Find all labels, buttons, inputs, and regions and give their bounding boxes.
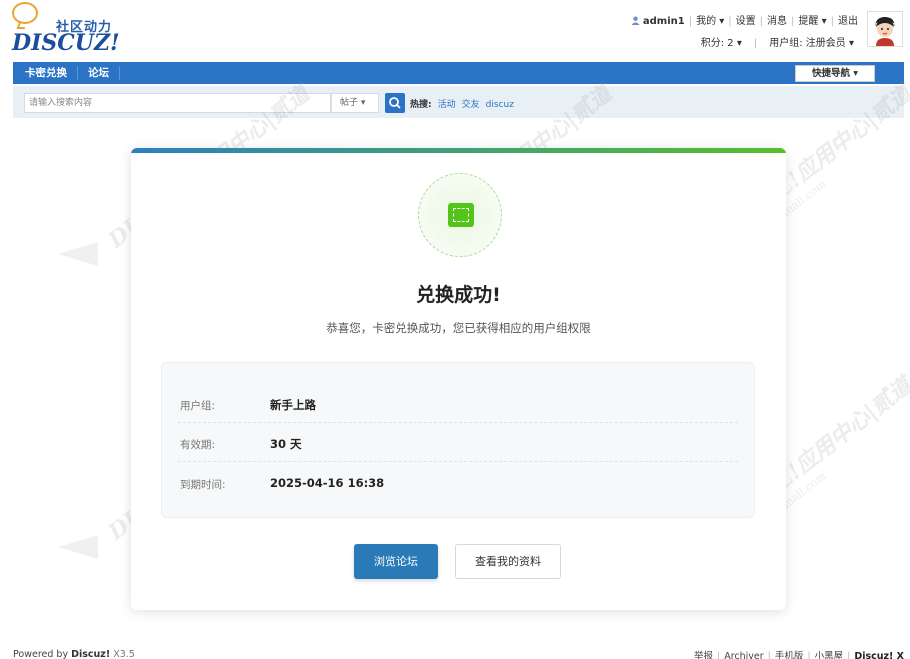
detail-value: 新手上路 (270, 398, 316, 412)
my-menu[interactable]: 我的 (696, 16, 716, 27)
main-nav: 卡密兑换 论坛 快捷导航 ▾ (13, 62, 904, 84)
username-link[interactable]: admin1 (643, 16, 685, 27)
quick-nav-label: 快捷导航 (811, 68, 850, 79)
card-accent-bar (131, 148, 786, 153)
detail-value: 30 天 (270, 437, 302, 451)
nav-item-forum[interactable]: 论坛 (78, 62, 119, 84)
usergroup-menu[interactable]: 用户组: 注册会员 (769, 38, 846, 49)
browse-forum-button[interactable]: 浏览论坛 (354, 544, 438, 579)
quick-nav-button[interactable]: 快捷导航 ▾ (795, 65, 875, 82)
detail-label: 有效期: (180, 439, 216, 451)
user-icon (631, 16, 640, 25)
search-input[interactable]: 请输入搜索内容 (24, 93, 331, 113)
avatar[interactable] (867, 11, 903, 47)
messages-link[interactable]: 消息 (767, 16, 787, 27)
detail-row: 到期时间: 2025-04-16 16:38 (178, 462, 738, 502)
view-profile-button[interactable]: 查看我的资料 (455, 544, 561, 579)
hot-search: 热搜: 活动 交友 discuz (410, 97, 520, 110)
nav-item-card-redeem[interactable]: 卡密兑换 (15, 62, 77, 84)
header: 社区动力 DISCUZ! admin1 | 我的 ▾ | 设置 | 消息 | 提醒 ▾ | 退出 积… (0, 0, 910, 62)
detail-row: 用户组: 新手上路 (178, 383, 738, 423)
discuz-brand-link[interactable]: Discuz! X (854, 651, 904, 659)
logo-wordmark: DISCUZ! (12, 30, 120, 56)
footer-powered: Powered by Discuz! X3.5 (13, 649, 135, 659)
avatar-image (868, 12, 902, 46)
reminders-menu[interactable]: 提醒 (798, 16, 818, 27)
settings-link[interactable]: 设置 (736, 16, 756, 27)
hot-item[interactable]: 交友 (462, 100, 480, 110)
result-subtitle: 恭喜您，卡密兑换成功，您已获得相应的用户组权限 (326, 321, 591, 335)
detail-label: 到期时间: (180, 479, 226, 491)
credits-menu[interactable]: 积分: 2 (701, 38, 734, 49)
user-status: 积分: 2 ▾ | 用户组: 注册会员 ▾ (700, 38, 854, 49)
watermark-arrow (58, 535, 98, 559)
search-button[interactable] (385, 93, 405, 113)
search-type-select[interactable]: 帖子 ▾ (331, 93, 379, 113)
detail-value: 2025-04-16 16:38 (270, 476, 385, 490)
search-icon (389, 97, 401, 109)
nav-divider (119, 66, 120, 80)
search-bar: 请输入搜索内容 帖子 ▾ 热搜: 活动 交友 discuz (13, 86, 904, 118)
site-logo[interactable]: 社区动力 DISCUZ! (12, 2, 122, 56)
detail-label: 用户组: (180, 400, 216, 412)
version-text: X3.5 (113, 649, 135, 659)
hot-item[interactable]: discuz (486, 100, 514, 110)
redeem-result-card: 兑换成功! 恭喜您，卡密兑换成功，您已获得相应的用户组权限 用户组: 新手上路 … (131, 148, 786, 610)
footer-links: 举报 | Archiver | 手机版 | 小黑屋 | Discuz! X (694, 648, 904, 659)
archiver-link[interactable]: Archiver (724, 651, 763, 659)
search-type-label: 帖子 (340, 98, 359, 108)
powered-brand-link[interactable]: Discuz! (71, 649, 110, 659)
result-details: 用户组: 新手上路 有效期: 30 天 到期时间: 2025-04-16 16:… (161, 362, 755, 518)
success-card-icon (448, 203, 474, 227)
result-title: 兑换成功! (416, 284, 501, 306)
blackroom-link[interactable]: 小黑屋 (815, 651, 844, 659)
hot-item[interactable]: 活动 (438, 100, 456, 110)
success-badge (418, 173, 502, 257)
watermark-arrow (58, 242, 98, 266)
hot-search-label: 热搜: (410, 100, 432, 110)
report-link[interactable]: 举报 (694, 651, 713, 659)
detail-row: 有效期: 30 天 (178, 422, 738, 462)
logo-bubble-icon (12, 2, 38, 24)
mobile-link[interactable]: 手机版 (775, 651, 804, 659)
powered-text: Powered by (13, 649, 69, 659)
logout-link[interactable]: 退出 (838, 16, 858, 27)
user-links: admin1 | 我的 ▾ | 设置 | 消息 | 提醒 ▾ | 退出 (631, 12, 858, 27)
